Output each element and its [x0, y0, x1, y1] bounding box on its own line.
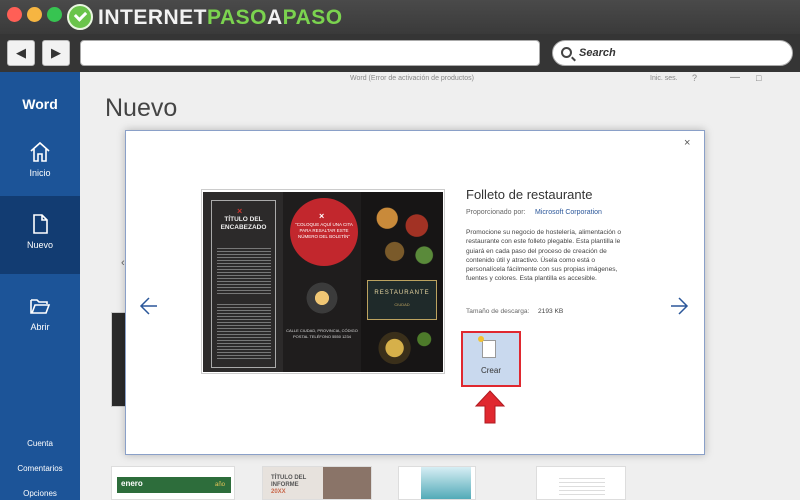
- window-title: Word (Error de activación de productos): [350, 75, 474, 82]
- provider-label: Proporcionado por:: [466, 209, 526, 216]
- calendar-banner: enero año: [117, 477, 231, 493]
- forward-button[interactable]: ▶: [42, 40, 70, 66]
- brand-logo-icon: [67, 4, 93, 30]
- calendar-month: enero: [121, 479, 143, 488]
- minimize-window-button[interactable]: [27, 7, 42, 22]
- brochure-body-text: [217, 246, 271, 296]
- maximize-button[interactable]: □: [756, 73, 761, 83]
- home-icon: [30, 141, 50, 162]
- word-backstage-sidebar: Word Inicio Nuevo Abrir Cuenta Comentari…: [0, 72, 80, 500]
- new-document-icon: [33, 214, 48, 234]
- magnifier-icon: [561, 47, 572, 58]
- sidebar-item-opciones[interactable]: Opciones: [0, 489, 80, 498]
- brochure-body-text: [217, 302, 271, 360]
- report-title: TÍTULO DEL INFORME 20XX: [271, 475, 307, 495]
- next-template-arrow-icon[interactable]: [671, 294, 691, 318]
- brochure-address: CALLE CIUDAD, PROVINCIA, CÓDIGO POSTAL T…: [286, 328, 358, 339]
- open-folder-icon: [30, 299, 51, 314]
- brochure-restaurant-sub: CIUDAD: [394, 302, 410, 307]
- sidebar-item-label: Abrir: [30, 322, 50, 332]
- brochure-x-mark: ×: [237, 206, 243, 216]
- brochure-restaurant-box: [367, 280, 437, 320]
- template-tile-photo[interactable]: [398, 466, 476, 500]
- new-document-icon: [478, 336, 496, 358]
- template-tile-report[interactable]: TÍTULO DEL INFORME 20XX: [262, 466, 372, 500]
- sidebar-item-label: Inicio: [29, 168, 51, 178]
- sidebar-item-inicio[interactable]: Inicio: [0, 124, 80, 200]
- template-description: Promocione su negocio de hostelería, ali…: [466, 229, 622, 283]
- brochure-heading: TÍTULO DEL ENCABEZADO: [220, 216, 267, 231]
- address-bar[interactable]: [80, 40, 540, 66]
- search-label: Search: [579, 47, 616, 59]
- page-title: Nuevo: [105, 94, 178, 122]
- sidebar-item-nuevo[interactable]: Nuevo: [0, 196, 80, 274]
- app-name: Word: [22, 96, 58, 112]
- brand-name: INTERNETPASOAPASO: [98, 6, 343, 29]
- close-window-button[interactable]: [7, 7, 22, 22]
- sidebar-item-abrir[interactable]: Abrir: [0, 278, 80, 354]
- report-photo: [323, 467, 371, 499]
- brochure-food-photo: [291, 276, 353, 320]
- brochure-quote-x: ×: [319, 211, 325, 221]
- red-arrow-up-icon: [474, 390, 506, 424]
- tile-text-lines: [559, 475, 605, 495]
- calendar-year: año: [214, 482, 225, 488]
- browser-titlebar: INTERNETPASOAPASO: [0, 0, 800, 34]
- search-field[interactable]: Search: [552, 40, 793, 66]
- tile-photo: [421, 467, 471, 499]
- previous-template-arrow-icon[interactable]: [137, 294, 157, 318]
- provider-name: Microsoft Corporation: [535, 209, 602, 216]
- sidebar-item-comentarios[interactable]: Comentarios: [0, 464, 80, 473]
- signin-link[interactable]: Inic. ses.: [650, 75, 678, 82]
- template-thumbnail[interactable]: [111, 312, 126, 407]
- sidebar-item-cuenta[interactable]: Cuenta: [0, 439, 80, 448]
- close-icon[interactable]: ×: [684, 137, 690, 149]
- template-tile-calendar[interactable]: enero año: [111, 466, 235, 500]
- brochure-food-photo: [365, 326, 439, 370]
- template-tile-letter[interactable]: [536, 466, 626, 500]
- brochure-food-photo: [365, 196, 439, 270]
- brochure-quote: "COLOQUE AQUÍ UNA CITA PARA RESALTAR EST…: [295, 222, 353, 239]
- sidebar-item-label: Nuevo: [26, 240, 53, 250]
- minimize-button[interactable]: —: [730, 72, 740, 83]
- back-button[interactable]: ◀: [7, 40, 35, 66]
- zoom-window-button[interactable]: [47, 7, 62, 22]
- create-button-label: Crear: [480, 366, 501, 375]
- template-title: Folleto de restaurante: [466, 187, 593, 202]
- download-size-label: Tamaño de descarga:: [466, 308, 530, 315]
- help-button[interactable]: ?: [692, 73, 697, 83]
- brochure-restaurant-name: RESTAURANTE: [374, 290, 430, 296]
- download-size-value: 2193 KB: [538, 308, 564, 315]
